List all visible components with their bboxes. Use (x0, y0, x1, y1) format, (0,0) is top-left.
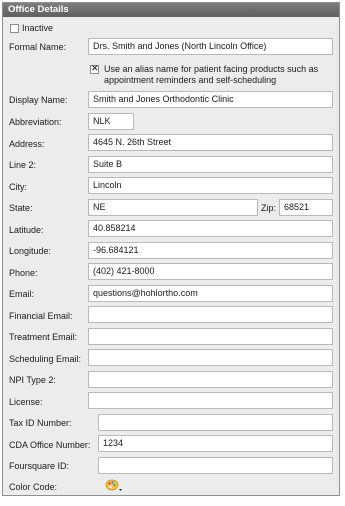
zip-label: Zip: (261, 203, 277, 213)
panel-title: Office Details (3, 3, 339, 17)
npi-type2-field[interactable] (88, 371, 333, 388)
email-field[interactable]: questions@hohlortho.com (88, 285, 333, 302)
financial-email-field[interactable] (88, 306, 333, 323)
abbreviation-field[interactable]: NLK (88, 113, 134, 130)
scheduling-email-field[interactable] (88, 349, 333, 366)
treatment-email-label: Treatment Email: (9, 332, 78, 342)
financial-email-label: Financial Email: (9, 311, 73, 321)
tax-id-field[interactable] (98, 414, 333, 431)
inactive-checkbox[interactable] (10, 24, 19, 33)
city-label: City: (9, 182, 27, 192)
longitude-field[interactable]: -96.684121 (88, 242, 333, 259)
phone-label: Phone: (9, 268, 38, 278)
alias-checkbox[interactable] (90, 63, 99, 74)
cda-office-number-label: CDA Office Number: (9, 440, 91, 450)
display-name-label: Display Name: (9, 95, 68, 105)
scheduling-email-label: Scheduling Email: (9, 354, 82, 364)
formal-name-label: Formal Name: (9, 42, 67, 52)
abbreviation-label: Abbreviation: (9, 117, 62, 127)
foursquare-id-label: Foursquare ID: (9, 461, 70, 471)
address-label: Address: (9, 139, 45, 149)
alias-label: Use an alias name for patient facing pro… (104, 64, 319, 85)
license-label: License: (9, 397, 43, 407)
palette-icon (105, 479, 122, 491)
office-details-panel: Office Details Inactive Formal Name: Drs… (2, 2, 340, 496)
state-field[interactable]: NE (88, 199, 258, 216)
longitude-label: Longitude: (9, 246, 52, 256)
cda-office-number-field[interactable]: 1234 (98, 435, 333, 452)
email-label: Email: (9, 289, 35, 299)
license-field[interactable] (88, 392, 333, 409)
inactive-label: Inactive (22, 23, 54, 33)
display-name-field[interactable]: Smith and Jones Orthodontic Clinic (88, 91, 333, 108)
color-code-label: Color Code: (9, 482, 58, 492)
npi-type2-label: NPI Type 2: (9, 375, 56, 385)
treatment-email-field[interactable] (88, 328, 333, 345)
line2-field[interactable]: Suite B (88, 156, 333, 173)
address-field[interactable]: 4645 N. 26th Street (88, 134, 333, 151)
city-field[interactable]: Lincoln (88, 177, 333, 194)
formal-name-field[interactable]: Drs. Smith and Jones (North Lincoln Offi… (88, 38, 333, 55)
state-label: State: (9, 203, 33, 213)
latitude-field[interactable]: 40.858214 (88, 220, 333, 237)
tax-id-label: Tax ID Number: (9, 418, 72, 428)
phone-field[interactable]: (402) 421-8000 (88, 263, 333, 280)
line2-label: Line 2: (9, 160, 37, 170)
color-code-button[interactable] (105, 479, 123, 493)
zip-field[interactable]: 68521 (279, 199, 333, 216)
latitude-label: Latitude: (9, 225, 44, 235)
foursquare-id-field[interactable] (98, 457, 333, 474)
